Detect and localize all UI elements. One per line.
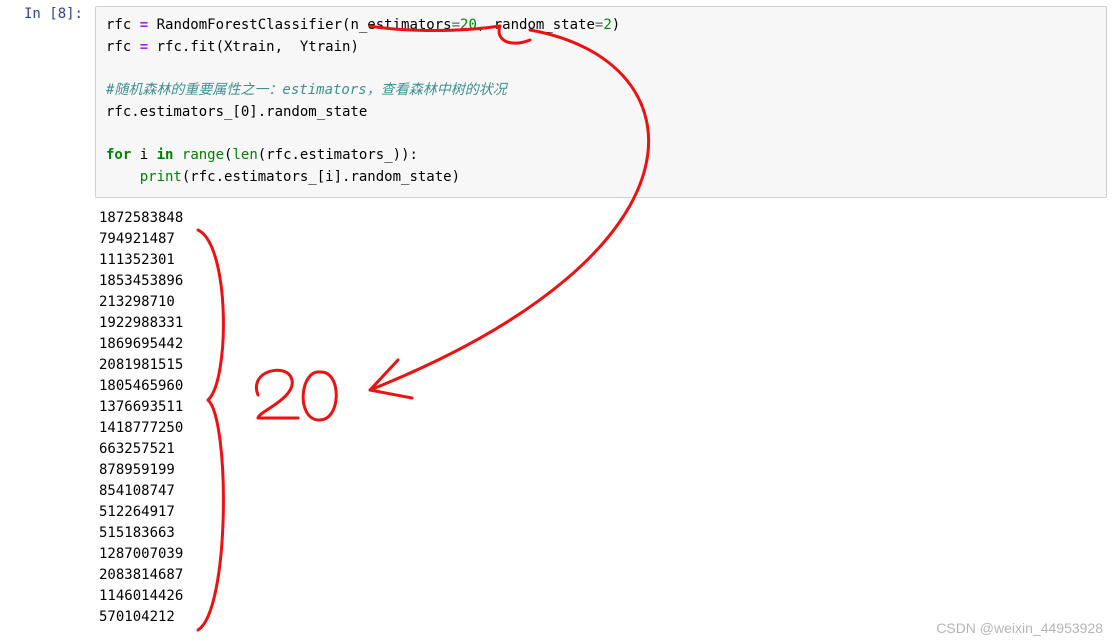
output-line: 1287007039 (99, 546, 183, 562)
code-line-4: rfc.estimators_[0].random_state (106, 104, 367, 120)
code-line-2: rfc = rfc.fit(Xtrain, Ytrain) (106, 39, 359, 55)
output-line: 1872583848 (99, 210, 183, 226)
output-line: 878959199 (99, 462, 175, 478)
output-line: 2083814687 (99, 567, 183, 583)
cell-output: 1872583848 794921487 111352301 185345389… (95, 198, 1115, 628)
output-line: 515183663 (99, 525, 175, 541)
output-line: 663257521 (99, 441, 175, 457)
output-line: 854108747 (99, 483, 175, 499)
output-line: 794921487 (99, 231, 175, 247)
output-line: 111352301 (99, 252, 175, 268)
watermark: CSDN @weixin_44953928 (936, 620, 1103, 636)
output-line: 1418777250 (99, 420, 183, 436)
output-line: 1146014426 (99, 588, 183, 604)
code-line-1: rfc = RandomForestClassifier(n_estimator… (106, 17, 620, 33)
output-line: 512264917 (99, 504, 175, 520)
code-input[interactable]: rfc = RandomForestClassifier(n_estimator… (95, 6, 1107, 198)
code-comment: #随机森林的重要属性之一：estimators，查看森林中树的状况 (106, 82, 507, 98)
output-line: 1869695442 (99, 336, 183, 352)
output-line: 213298710 (99, 294, 175, 310)
output-line: 1805465960 (99, 378, 183, 394)
input-prompt: In [8]: (0, 6, 95, 198)
code-line-7: print(rfc.estimators_[i].random_state) (106, 169, 460, 185)
output-line: 2081981515 (99, 357, 183, 373)
output-line: 1853453896 (99, 273, 183, 289)
prompt-label: In [8]: (24, 6, 83, 22)
output-line: 1922988331 (99, 315, 183, 331)
notebook-cell: In [8]: rfc = RandomForestClassifier(n_e… (0, 0, 1115, 198)
output-line: 1376693511 (99, 399, 183, 415)
code-line-6: for i in range(len(rfc.estimators_)): (106, 147, 418, 163)
output-line: 570104212 (99, 609, 175, 625)
